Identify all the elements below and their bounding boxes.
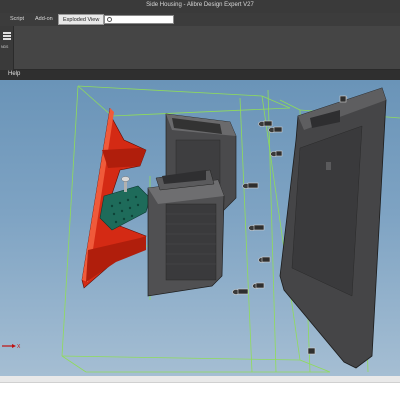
ribbon-group-label: NDS — [1, 45, 9, 49]
menu-item-exploded-view[interactable]: Exploded View — [58, 14, 105, 25]
window-title: Side Housing - Alibre Design Expert V27 — [146, 2, 254, 8]
search-input[interactable] — [104, 15, 174, 24]
front-enclosure-part[interactable] — [147, 169, 225, 297]
ribbon: NDS — [0, 26, 400, 70]
menu-lines-icon — [3, 32, 11, 40]
fastener[interactable] — [232, 288, 249, 295]
fastener[interactable] — [242, 182, 259, 189]
title-bar: Side Housing - Alibre Design Expert V27 — [0, 0, 400, 13]
menu-item-addon[interactable]: Add-on — [35, 16, 53, 22]
axis-x-label: X — [17, 344, 21, 350]
menu-item-script[interactable]: Script — [10, 16, 24, 22]
fastener[interactable] — [258, 256, 271, 263]
app-window: Side Housing - Alibre Design Expert V27 … — [0, 0, 400, 400]
menu-item-help[interactable]: Help — [8, 71, 20, 77]
3d-viewport[interactable]: X — [0, 80, 400, 376]
status-bar — [0, 376, 400, 400]
fastener[interactable] — [268, 126, 283, 133]
menu-bar: Script Add-on Exploded View — [0, 13, 400, 26]
search-icon — [107, 17, 112, 22]
fastener[interactable] — [252, 282, 265, 289]
axis-triad: X — [2, 344, 21, 350]
ribbon-group[interactable]: NDS — [0, 26, 14, 70]
fastener[interactable] — [339, 95, 348, 103]
fastener[interactable] — [248, 224, 265, 231]
side-housing-part[interactable] — [279, 87, 387, 369]
fastener[interactable] — [307, 347, 316, 355]
fastener[interactable] — [258, 120, 273, 127]
status-strip — [0, 376, 400, 383]
fastener[interactable] — [270, 150, 283, 157]
help-bar: Help — [0, 70, 400, 80]
viewport-scene[interactable]: X — [0, 80, 400, 376]
